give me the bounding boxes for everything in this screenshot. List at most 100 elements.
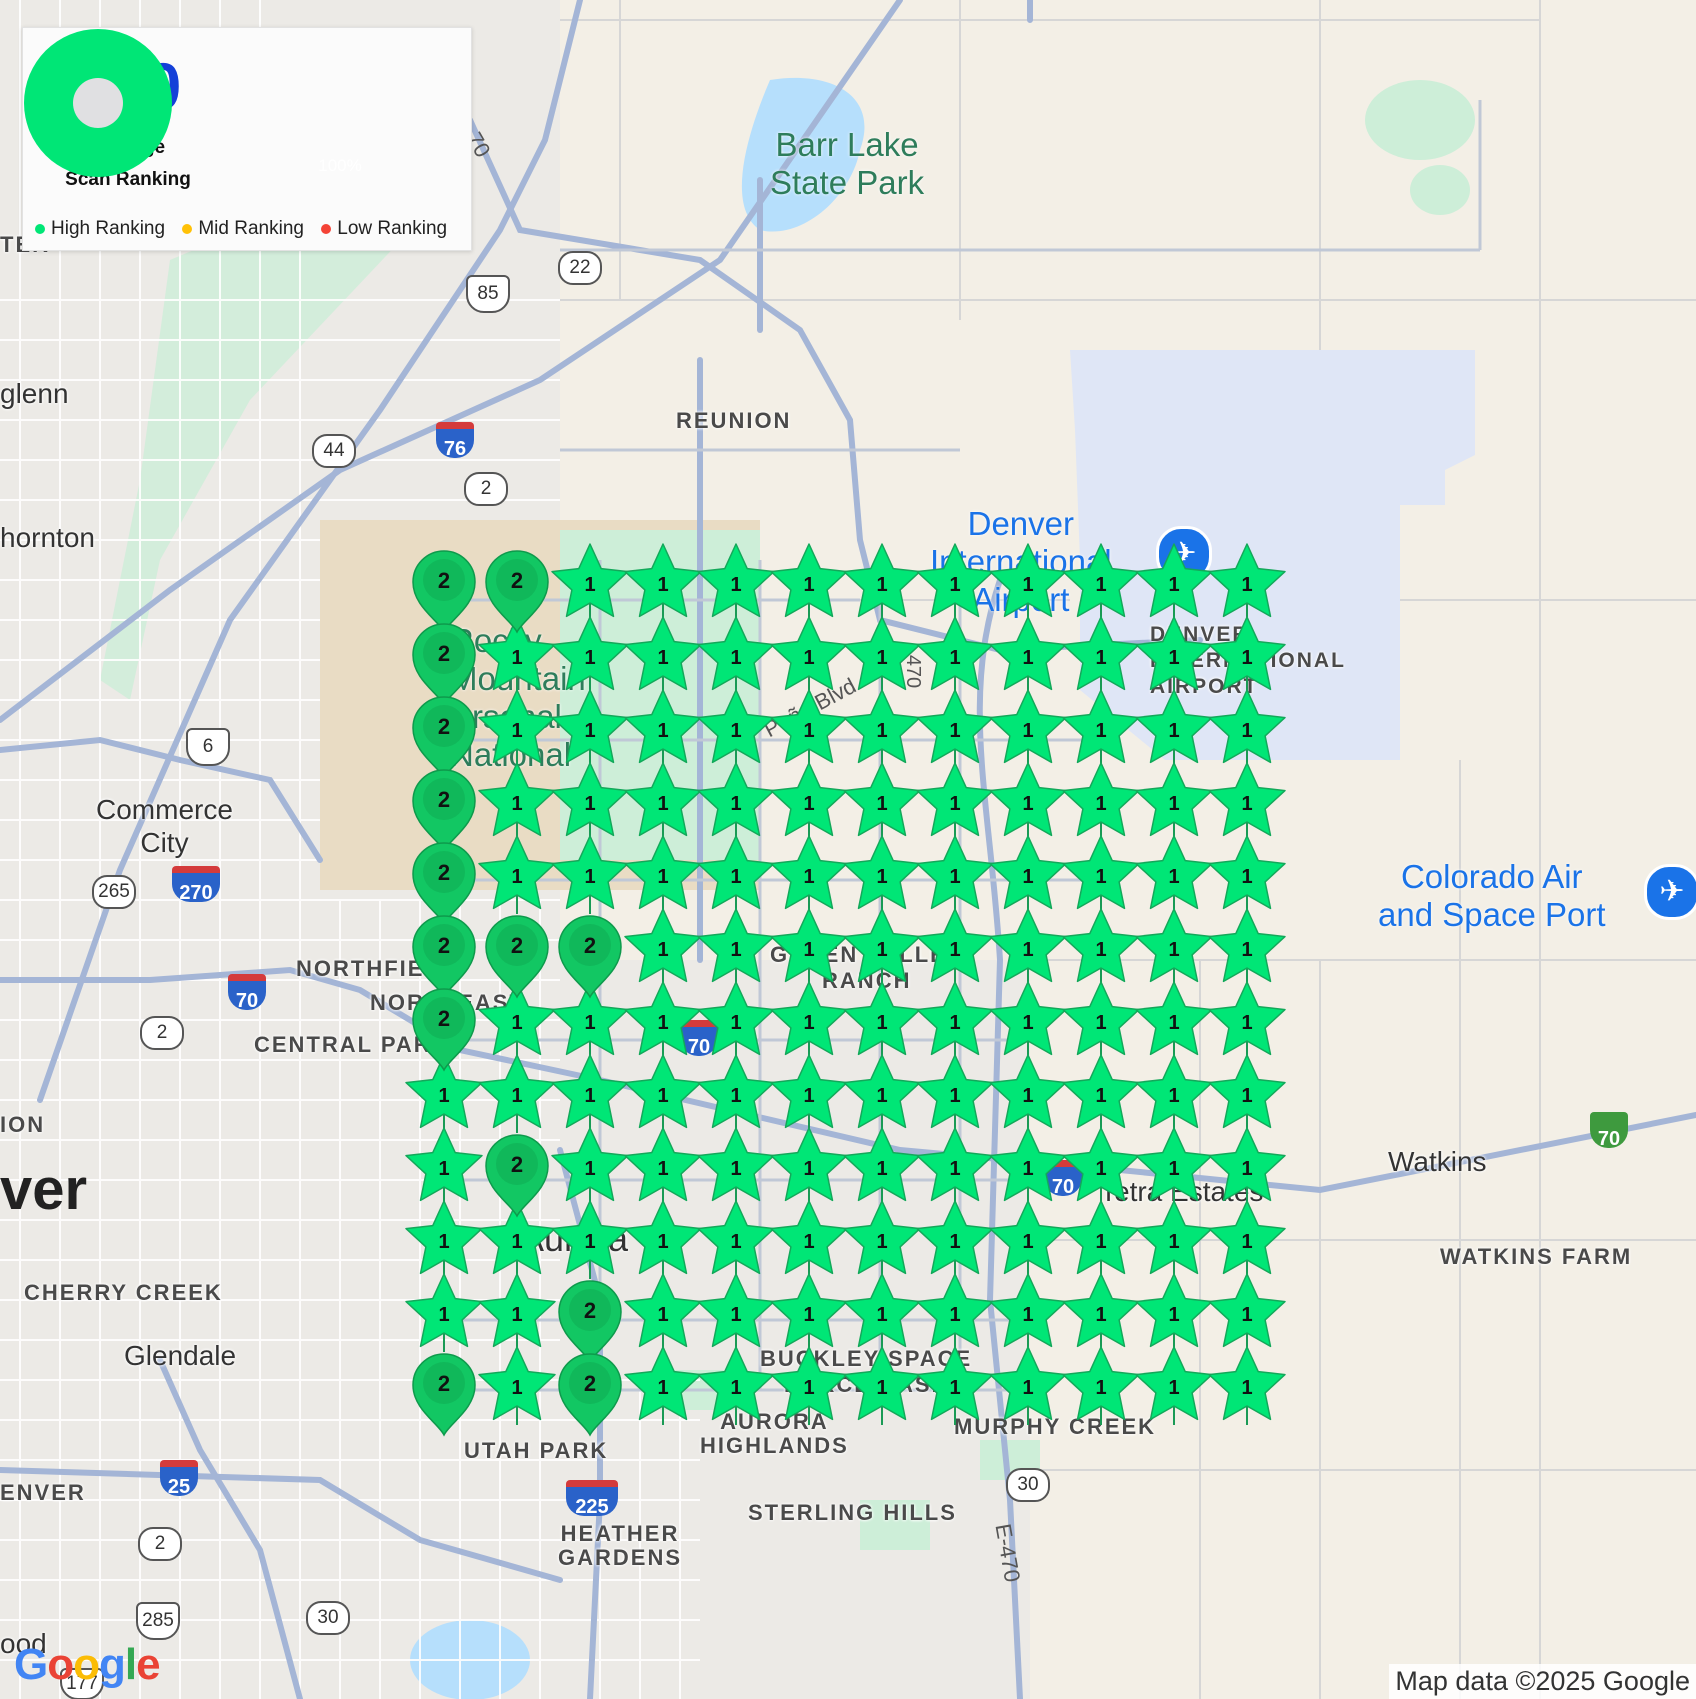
rank-marker-pin[interactable]: 2 <box>558 1280 622 1364</box>
rank-marker-star[interactable]: 1 <box>697 616 775 695</box>
rank-marker-star[interactable]: 1 <box>916 1346 994 1425</box>
rank-marker-star[interactable]: 1 <box>1135 1200 1213 1279</box>
rank-marker-star[interactable]: 1 <box>1135 981 1213 1060</box>
rank-marker-star[interactable]: 1 <box>624 1054 702 1133</box>
rank-marker-star[interactable]: 1 <box>989 543 1067 622</box>
rank-marker-star[interactable]: 1 <box>1208 1200 1286 1279</box>
rank-marker-star[interactable]: 1 <box>989 1054 1067 1133</box>
rank-marker-star[interactable]: 1 <box>989 1273 1067 1352</box>
rank-marker-star[interactable]: 1 <box>916 1273 994 1352</box>
rank-marker-star[interactable]: 1 <box>1208 908 1286 987</box>
rank-marker-star[interactable]: 1 <box>989 1200 1067 1279</box>
rank-marker-star[interactable]: 1 <box>624 689 702 768</box>
rank-marker-star[interactable]: 1 <box>770 1200 848 1279</box>
rank-marker-star[interactable]: 1 <box>405 1127 483 1206</box>
rank-marker-star[interactable]: 1 <box>916 908 994 987</box>
rank-marker-star[interactable]: 1 <box>1062 1200 1140 1279</box>
rank-marker-star[interactable]: 1 <box>770 1054 848 1133</box>
rank-marker-star[interactable]: 1 <box>770 543 848 622</box>
rank-marker-pin[interactable]: 2 <box>412 550 476 634</box>
rank-marker-star[interactable]: 1 <box>1135 835 1213 914</box>
rank-marker-star[interactable]: 1 <box>916 762 994 841</box>
rank-marker-star[interactable]: 1 <box>916 981 994 1060</box>
rank-marker-pin[interactable]: 2 <box>412 769 476 853</box>
rank-marker-star[interactable]: 1 <box>624 616 702 695</box>
rank-marker-star[interactable]: 1 <box>1062 689 1140 768</box>
rank-marker-star[interactable]: 1 <box>989 689 1067 768</box>
rank-marker-star[interactable]: 1 <box>697 543 775 622</box>
rank-marker-star[interactable]: 1 <box>478 1346 556 1425</box>
rank-marker-star[interactable]: 1 <box>551 616 629 695</box>
rank-marker-star[interactable]: 1 <box>1208 543 1286 622</box>
rank-marker-star[interactable]: 1 <box>1135 1273 1213 1352</box>
rank-marker-star[interactable]: 1 <box>916 543 994 622</box>
rank-marker-star[interactable]: 1 <box>1062 1054 1140 1133</box>
rank-marker-star[interactable]: 1 <box>1062 981 1140 1060</box>
rank-marker-star[interactable]: 1 <box>989 616 1067 695</box>
rank-marker-star[interactable]: 1 <box>624 835 702 914</box>
rank-marker-star[interactable]: 1 <box>624 543 702 622</box>
rank-marker-star[interactable]: 1 <box>624 1127 702 1206</box>
rank-marker-star[interactable]: 1 <box>551 1200 629 1279</box>
rank-marker-star[interactable]: 1 <box>843 835 921 914</box>
rank-marker-star[interactable]: 1 <box>697 689 775 768</box>
map-attribution[interactable]: Map data ©2025 Google <box>1389 1664 1696 1699</box>
rank-marker-pin[interactable]: 2 <box>412 623 476 707</box>
rank-marker-star[interactable]: 1 <box>1208 1273 1286 1352</box>
rank-marker-star[interactable]: 1 <box>770 981 848 1060</box>
rank-marker-star[interactable]: 1 <box>1062 1127 1140 1206</box>
rank-marker-star[interactable]: 1 <box>478 689 556 768</box>
map-canvas[interactable]: Barr Lake State Park REUNION glenn hornt… <box>0 0 1696 1699</box>
rank-marker-star[interactable]: 1 <box>697 1054 775 1133</box>
rank-marker-star[interactable]: 1 <box>697 835 775 914</box>
rank-marker-star[interactable]: 1 <box>843 689 921 768</box>
rank-marker-star[interactable]: 1 <box>916 689 994 768</box>
rank-marker-star[interactable]: 1 <box>916 616 994 695</box>
rank-marker-star[interactable]: 1 <box>1135 1054 1213 1133</box>
rank-marker-star[interactable]: 1 <box>1062 616 1140 695</box>
rank-marker-star[interactable]: 1 <box>989 1127 1067 1206</box>
rank-marker-pin[interactable]: 2 <box>485 1134 549 1218</box>
rank-marker-star[interactable]: 1 <box>1208 1054 1286 1133</box>
rank-marker-star[interactable]: 1 <box>1208 1346 1286 1425</box>
rank-marker-star[interactable]: 1 <box>1135 762 1213 841</box>
rank-marker-star[interactable]: 1 <box>843 1273 921 1352</box>
rank-marker-pin[interactable]: 2 <box>558 1353 622 1437</box>
rank-marker-star[interactable]: 1 <box>1208 981 1286 1060</box>
rank-marker-pin[interactable]: 2 <box>412 988 476 1072</box>
rank-marker-star[interactable]: 1 <box>551 689 629 768</box>
rank-marker-star[interactable]: 1 <box>770 1346 848 1425</box>
rank-marker-pin[interactable]: 2 <box>412 696 476 780</box>
rank-marker-star[interactable]: 1 <box>916 1127 994 1206</box>
rank-marker-star[interactable]: 1 <box>843 616 921 695</box>
rank-marker-pin[interactable]: 2 <box>412 1353 476 1437</box>
rank-marker-star[interactable]: 1 <box>697 1346 775 1425</box>
rank-marker-pin[interactable]: 2 <box>485 915 549 999</box>
rank-marker-star[interactable]: 1 <box>551 1127 629 1206</box>
rank-marker-star[interactable]: 1 <box>916 1054 994 1133</box>
rank-marker-star[interactable]: 1 <box>1062 835 1140 914</box>
rank-marker-star[interactable]: 1 <box>1135 616 1213 695</box>
rank-marker-star[interactable]: 1 <box>843 1200 921 1279</box>
rank-marker-pin[interactable]: 2 <box>412 915 476 999</box>
rank-marker-star[interactable]: 1 <box>989 835 1067 914</box>
rank-marker-star[interactable]: 1 <box>697 1127 775 1206</box>
rank-marker-star[interactable]: 1 <box>624 1346 702 1425</box>
rank-marker-star[interactable]: 1 <box>1208 835 1286 914</box>
rank-marker-star[interactable]: 1 <box>1208 616 1286 695</box>
google-logo[interactable]: Google <box>14 1640 161 1690</box>
rank-marker-star[interactable]: 1 <box>770 1127 848 1206</box>
rank-marker-star[interactable]: 1 <box>624 981 702 1060</box>
rank-marker-star[interactable]: 1 <box>1135 908 1213 987</box>
rank-marker-star[interactable]: 1 <box>1135 1346 1213 1425</box>
rank-marker-star[interactable]: 1 <box>843 908 921 987</box>
rank-marker-star[interactable]: 1 <box>551 835 629 914</box>
rank-marker-star[interactable]: 1 <box>843 981 921 1060</box>
rank-marker-star[interactable]: 1 <box>697 981 775 1060</box>
rank-marker-star[interactable]: 1 <box>843 1346 921 1425</box>
rank-marker-star[interactable]: 1 <box>1062 908 1140 987</box>
rank-marker-star[interactable]: 1 <box>1135 689 1213 768</box>
rank-marker-star[interactable]: 1 <box>624 1273 702 1352</box>
rank-marker-star[interactable]: 1 <box>1208 1127 1286 1206</box>
rank-marker-star[interactable]: 1 <box>843 762 921 841</box>
